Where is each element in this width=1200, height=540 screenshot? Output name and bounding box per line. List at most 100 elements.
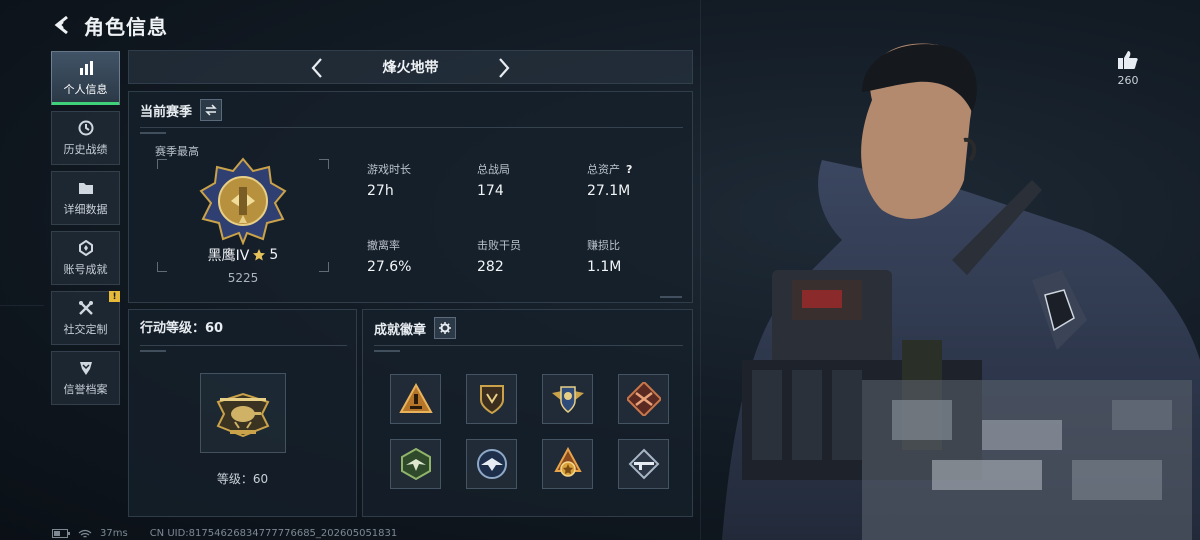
level-title: 行动等级：60: [140, 321, 224, 336]
achievement-badge[interactable]: [618, 439, 669, 489]
achievement-badge[interactable]: [618, 374, 669, 424]
divider: [374, 345, 683, 346]
notification-badge: !: [109, 291, 120, 302]
stat-label: 击败干员: [477, 239, 521, 252]
tools-icon: [77, 299, 95, 317]
tab-match-history[interactable]: 历史战绩: [51, 111, 120, 165]
rank-display: 黑鹰IV 5: [157, 157, 329, 272]
decor-bar: [374, 350, 400, 352]
achievement-icon: [77, 239, 95, 257]
stat-label: 游戏时长: [367, 163, 411, 176]
decor-bar: [140, 132, 166, 134]
level-header: 行动等级：60: [140, 317, 223, 336]
bg-divider-line: [700, 0, 701, 540]
badges-header: 成就徽章: [374, 317, 457, 339]
tab-label: 个人信息: [63, 83, 108, 96]
decor-bar: [660, 296, 682, 298]
like-button[interactable]: 260: [1108, 50, 1148, 87]
thumbs-up-icon: [1118, 51, 1138, 69]
badges-title: 成就徽章: [374, 322, 427, 338]
page-title: 角色信息: [84, 14, 168, 39]
star-icon: [253, 249, 266, 261]
tab-label: 详细数据: [63, 203, 108, 216]
side-tabs: 个人信息 历史战绩 详细数据 账号成就 ! 社交定制 信誉档案: [51, 51, 120, 405]
achievement-badge[interactable]: [542, 374, 593, 424]
mode-label: 烽火地带: [382, 60, 439, 76]
rank-name-text: 黑鹰IV: [207, 248, 250, 264]
switch-season-button[interactable]: [200, 99, 223, 121]
swap-icon: [205, 104, 217, 116]
action-level-panel: 行动等级：60 等级：60: [128, 309, 357, 517]
status-bar: 37ms CN UID:81754626834777776685_2026050…: [52, 527, 397, 540]
like-count: 260: [1117, 74, 1139, 87]
tab-personal-info[interactable]: 个人信息: [51, 51, 120, 105]
stat-profit-loss-ratio: 赚损比 1.1M: [587, 237, 621, 275]
decor-bar: [140, 350, 166, 352]
tab-credit-record[interactable]: 信誉档案: [51, 351, 120, 405]
achievement-badge[interactable]: [390, 374, 441, 424]
help-icon[interactable]: ?: [626, 163, 632, 176]
back-button[interactable]: [50, 12, 76, 38]
badge-settings-button[interactable]: [434, 317, 457, 339]
frame-corner: [157, 159, 167, 169]
gear-icon: [439, 322, 452, 334]
season-title: 当前赛季: [140, 104, 193, 120]
stat-value: 27.6%: [367, 259, 412, 275]
credit-shield-icon: [77, 359, 95, 377]
season-panel: 当前赛季 赛季最高 黑鹰IV 5 5225 游戏时长 27h 总战局 174 总…: [128, 91, 693, 303]
chevron-right-icon: [499, 58, 510, 78]
bg-left-line: [0, 305, 44, 306]
stat-total-matches: 总战局 174: [477, 161, 510, 199]
eagle-badge-icon: [400, 447, 431, 481]
wifi-icon: [78, 529, 92, 538]
season-header: 当前赛季: [140, 99, 223, 121]
round-eagle-badge-icon: [476, 449, 507, 479]
battery-icon: [52, 529, 70, 538]
stat-value: 1.1M: [587, 259, 622, 275]
tab-label: 历史战绩: [63, 143, 108, 156]
chevron-left-icon: [311, 58, 322, 78]
header: 角色信息: [50, 10, 168, 40]
stat-value: 27h: [367, 183, 394, 199]
season-best-label: 赛季最高: [155, 145, 199, 158]
tab-label: 社交定制: [63, 323, 108, 336]
tab-account-achievements[interactable]: 账号成就: [51, 231, 120, 285]
badge-grid: [390, 374, 669, 489]
stat-label: 赚损比: [587, 239, 620, 252]
rank-score: 5225: [227, 271, 259, 285]
ping-text: 37ms: [100, 528, 128, 539]
rifle-badge-icon: [628, 448, 659, 480]
uid-text: CN UID:81754626834777776685_202605051831: [149, 528, 398, 539]
tab-label: 账号成就: [63, 263, 108, 276]
stat-label: 总战局: [477, 163, 510, 176]
stat-label: 总资产 ?: [587, 161, 632, 177]
tab-social-customization[interactable]: ! 社交定制: [51, 291, 120, 345]
level-text: 等级：60: [216, 472, 269, 486]
stat-extract-rate: 撤离率 27.6%: [367, 237, 411, 275]
stat-value: 282: [477, 259, 504, 275]
mode-selector: 烽火地带: [128, 50, 693, 84]
achievement-badge[interactable]: [390, 439, 441, 489]
stat-value: 174: [477, 183, 504, 199]
character-model: [722, 43, 1200, 540]
tab-detailed-data[interactable]: 详细数据: [51, 171, 120, 225]
rank-stars: 5: [269, 247, 279, 263]
achievement-badge[interactable]: [466, 374, 517, 424]
stat-label-text: 总资产: [587, 163, 620, 176]
clock-icon: [77, 119, 95, 137]
achievement-badge[interactable]: [542, 439, 593, 489]
mode-next-button[interactable]: [492, 56, 516, 80]
folder-icon: [77, 179, 95, 197]
back-arrow-icon: [54, 15, 68, 35]
achievement-badge[interactable]: [466, 439, 517, 489]
mode-prev-button[interactable]: [305, 56, 329, 80]
wings-shield-badge-icon: [551, 386, 584, 413]
tab-label: 信誉档案: [63, 383, 108, 396]
stat-value: 27.1M: [587, 183, 631, 199]
divider: [140, 345, 347, 346]
helicopter-emblem-icon: [216, 392, 270, 438]
crossed-arms-badge-icon: [626, 382, 661, 416]
level-emblem[interactable]: [200, 373, 286, 453]
warning-triangle-badge-icon: [398, 382, 433, 413]
stat-label: 撤离率: [367, 239, 400, 252]
